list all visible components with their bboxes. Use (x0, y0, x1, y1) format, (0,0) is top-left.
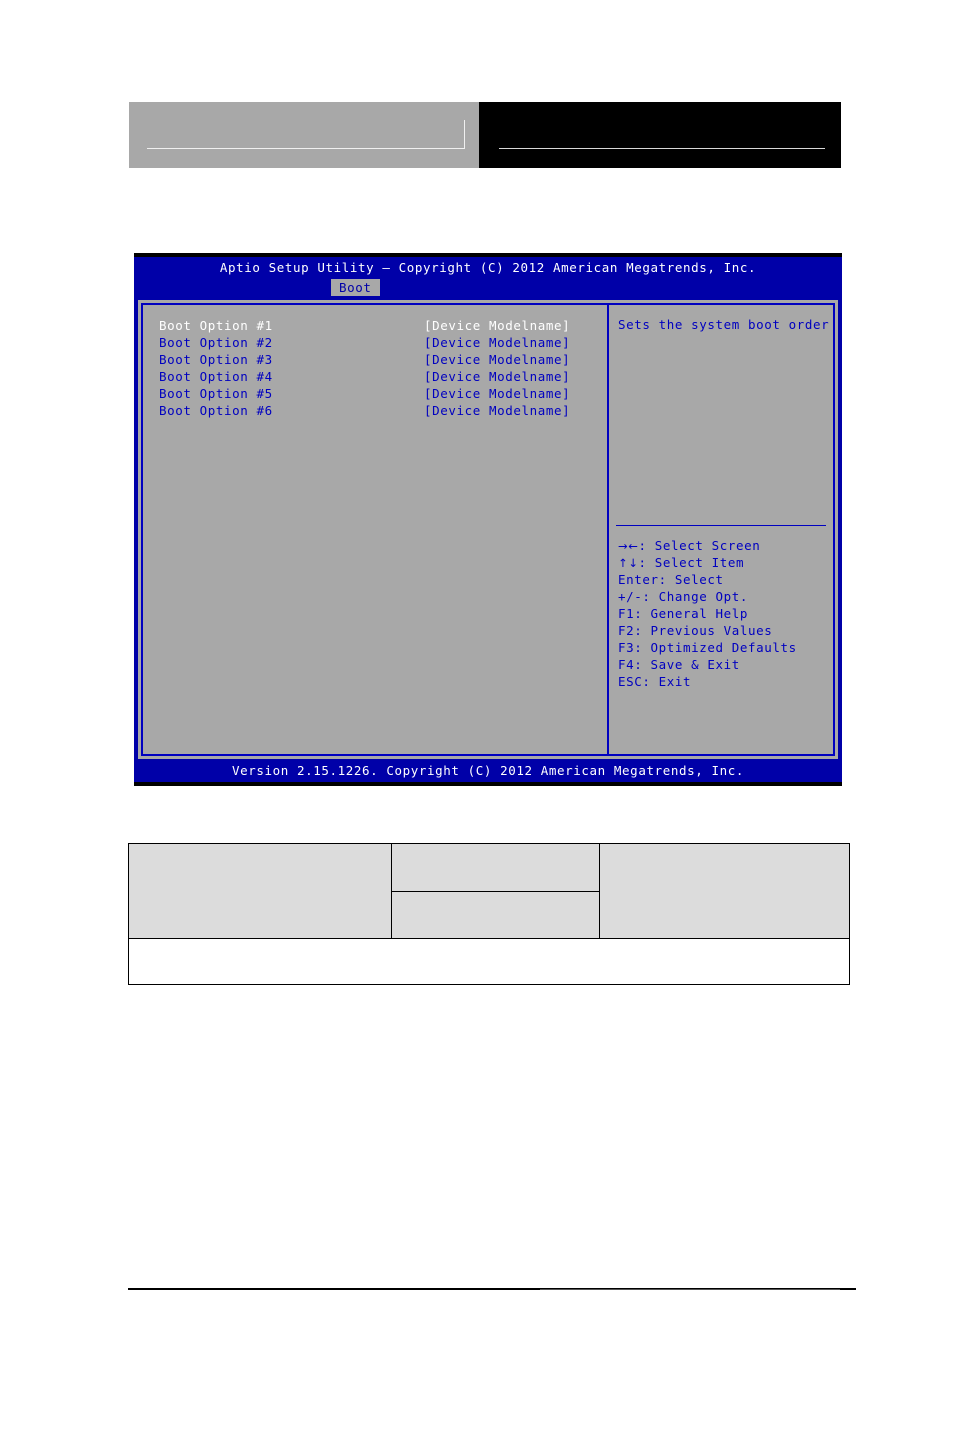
boot-option-row-4[interactable]: Boot Option #4 [Device Modelname] (159, 368, 599, 385)
key-legend-f2-previous-values: F2: Previous Values (618, 623, 773, 638)
key-legend-select-screen: →←: Select Screen (618, 537, 829, 554)
key-legend-f4-save-exit: F4: Save & Exit (618, 657, 740, 672)
key-legend-f3-optimized-defaults: F3: Optimized Defaults (618, 640, 797, 655)
header-left-rule (147, 148, 465, 149)
bios-settings-pane: Boot Option #1 [Device Modelname] Boot O… (143, 305, 609, 754)
key-legend-select-screen-label: : Select Screen (638, 538, 761, 553)
key-legend-select-item: ↑↓: Select Item (618, 554, 829, 571)
boot-option-label-3: Boot Option #3 (159, 352, 273, 367)
boot-option-label-5: Boot Option #5 (159, 386, 273, 401)
header-block-right (479, 102, 841, 168)
bios-panes: Boot Option #1 [Device Modelname] Boot O… (141, 303, 835, 756)
bios-setup-screen: Aptio Setup Utility – Copyright (C) 2012… (134, 253, 842, 786)
key-legend-esc-exit: ESC: Exit (618, 674, 692, 689)
arrow-up-down-icon: ↑↓ (618, 556, 639, 570)
arrow-left-right-icon: →← (618, 539, 639, 553)
boot-option-value-2[interactable]: [Device Modelname] (424, 334, 570, 351)
bios-title-bar: Aptio Setup Utility – Copyright (C) 2012… (219, 260, 757, 275)
boot-option-label-4: Boot Option #4 (159, 369, 273, 384)
boot-option-label-6: Boot Option #6 (159, 403, 273, 418)
help-key-legend: →←: Select Screen ↑↓: Select Item Enter:… (618, 537, 829, 690)
header-left-tick (464, 120, 465, 149)
boot-option-value-6[interactable]: [Device Modelname] (424, 402, 570, 419)
help-description: Sets the system boot order (618, 317, 830, 332)
boot-option-row-5[interactable]: Boot Option #5 [Device Modelname] (159, 385, 599, 402)
bios-tab-bar: Boot (134, 279, 842, 296)
bios-help-pane: Sets the system boot order →←: Select Sc… (609, 305, 833, 754)
boot-option-value-5[interactable]: [Device Modelname] (424, 385, 570, 402)
boot-option-list: Boot Option #1 [Device Modelname] Boot O… (159, 317, 599, 419)
header-block-left (129, 102, 479, 168)
table-cell-description (599, 843, 850, 939)
table-row (128, 938, 850, 985)
key-legend-change-opt: +/-: Change Opt. (618, 589, 749, 604)
key-legend-select-item-label: : Select Item (638, 555, 745, 570)
boot-option-row-1[interactable]: Boot Option #1 [Device Modelname] (159, 317, 599, 334)
description-table (128, 843, 850, 985)
tab-boot[interactable]: Boot (331, 279, 380, 296)
table-row (128, 843, 850, 939)
help-divider (616, 525, 826, 526)
bios-version-footer: Version 2.15.1226. Copyright (C) 2012 Am… (232, 763, 744, 778)
boot-option-row-6[interactable]: Boot Option #6 [Device Modelname] (159, 402, 599, 419)
boot-option-label-2: Boot Option #2 (159, 335, 273, 350)
table-cell-note (128, 938, 850, 985)
key-legend-enter: Enter: Select (618, 572, 724, 587)
table-cell-option-top (391, 843, 600, 892)
table-cell-option-bottom (391, 890, 600, 939)
header-right-rule (499, 148, 825, 149)
boot-option-value-3[interactable]: [Device Modelname] (424, 351, 570, 368)
table-cell-feature (128, 843, 392, 939)
boot-option-row-2[interactable]: Boot Option #2 [Device Modelname] (159, 334, 599, 351)
key-legend-f1-general-help: F1: General Help (618, 606, 749, 621)
bios-body: Boot Option #1 [Device Modelname] Boot O… (138, 300, 838, 759)
boot-option-value-1[interactable]: [Device Modelname] (424, 317, 570, 334)
boot-option-label-1: Boot Option #1 (159, 318, 273, 333)
boot-option-value-4[interactable]: [Device Modelname] (424, 368, 570, 385)
document-header (129, 102, 841, 168)
boot-option-row-3[interactable]: Boot Option #3 [Device Modelname] (159, 351, 599, 368)
page-footer-rule-accent (540, 1289, 840, 1290)
